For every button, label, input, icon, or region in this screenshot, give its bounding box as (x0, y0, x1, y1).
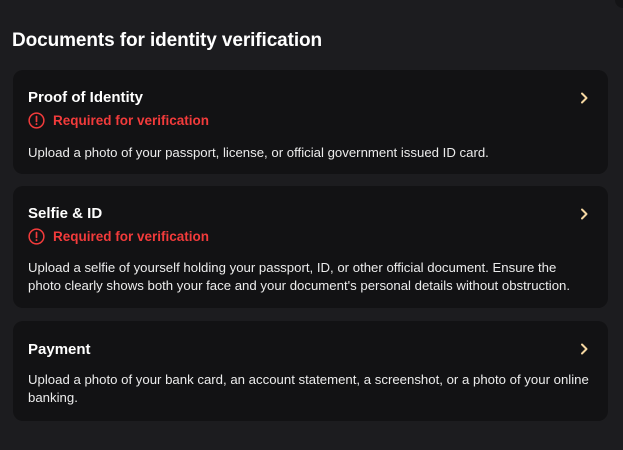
page-title: Documents for identity verification (12, 30, 323, 51)
status-required: Required for verification (28, 112, 209, 129)
card-description: Upload a selfie of yourself holding your… (28, 260, 571, 293)
status-label: Required for verification (53, 113, 210, 128)
status-label: Required for verification (53, 229, 210, 244)
exclamation-circle-icon (28, 228, 45, 245)
verification-page: Documents for identity verification Proo… (0, 0, 623, 450)
card-description: Upload a photo of your bank card, an acc… (28, 372, 589, 405)
document-card-payment[interactable]: Payment Upload a photo of your bank card… (13, 321, 608, 421)
card-title: Proof of Identity (28, 89, 143, 106)
window-corner (615, 0, 623, 8)
chevron-right-icon (579, 343, 589, 355)
card-description: Upload a photo of your passport, license… (28, 145, 489, 160)
exclamation-circle-icon (28, 112, 45, 129)
card-title: Selfie & ID (28, 205, 103, 222)
document-card-proof-of-identity[interactable]: Proof of Identity Required for verificat… (13, 70, 608, 174)
card-title: Payment (28, 341, 91, 358)
chevron-right-icon (579, 208, 589, 220)
document-card-selfie-and-id[interactable]: Selfie & ID Required for verification Up… (13, 186, 608, 308)
status-required: Required for verification (28, 228, 209, 245)
chevron-right-icon (579, 92, 589, 104)
